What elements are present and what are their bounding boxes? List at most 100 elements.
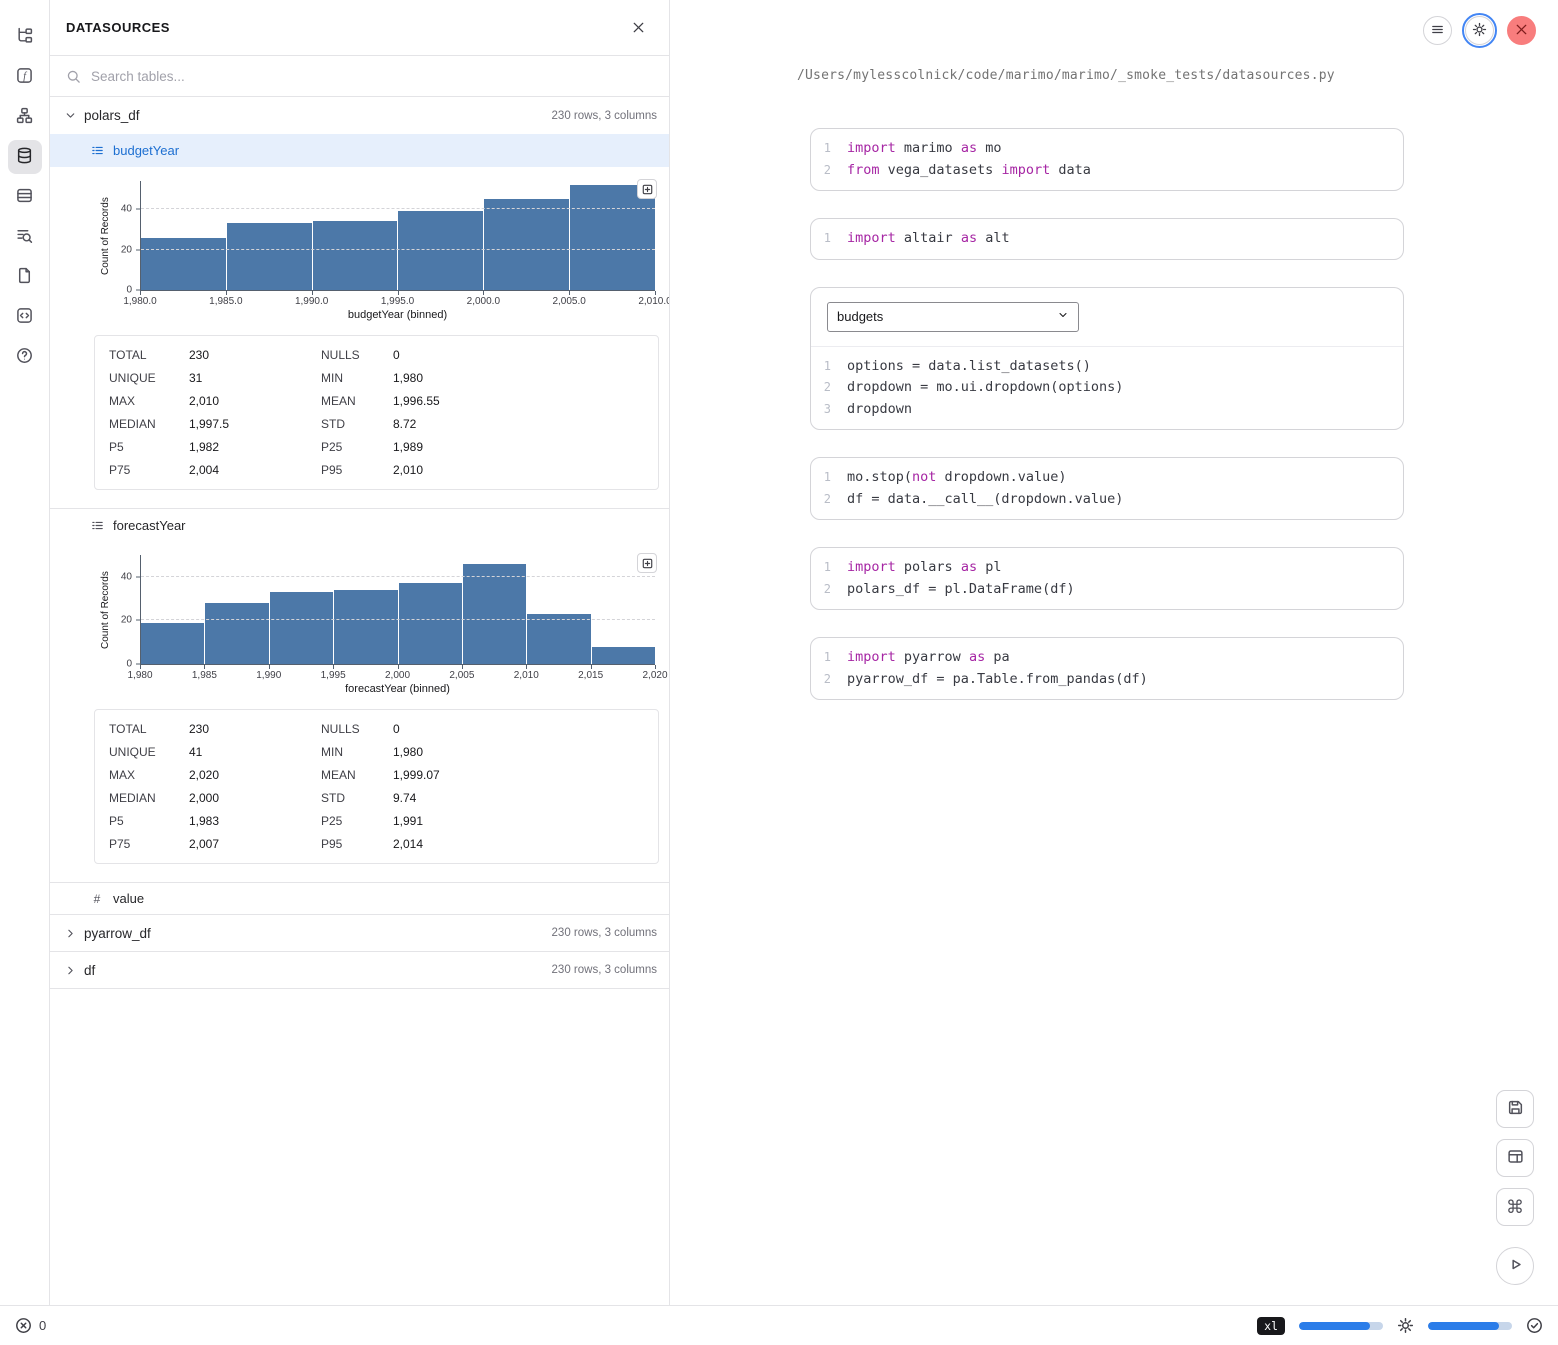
function-icon: f xyxy=(16,67,33,87)
table-row-polars_df[interactable]: polars_df230 rows, 3 columns xyxy=(50,97,669,134)
code-cell[interactable]: budgets1options = data.list_datasets()2d… xyxy=(810,287,1404,431)
run-button[interactable] xyxy=(1496,1247,1534,1285)
histogram-bar xyxy=(463,564,526,664)
histogram-plot: 02040 xyxy=(140,181,655,291)
code-cell[interactable]: 1import polars as pl2polars_df = pl.Data… xyxy=(810,547,1404,610)
zoom-slider-2[interactable] xyxy=(1428,1322,1512,1330)
stat-label: P95 xyxy=(321,837,393,851)
x-axis-tick: 1,990 xyxy=(256,670,281,681)
help-icon xyxy=(16,347,33,367)
x-axis-tick: 2,010 xyxy=(514,670,539,681)
rail-database-button[interactable] xyxy=(8,140,42,174)
stat-value: 1,991 xyxy=(393,814,644,828)
x-axis-tick: 2,020 xyxy=(642,670,667,681)
y-axis-tick: 20 xyxy=(121,244,132,255)
settings-button[interactable] xyxy=(1465,16,1494,45)
stat-label: TOTAL xyxy=(109,348,189,362)
command-icon: ⌘ xyxy=(1506,1198,1524,1216)
x-axis-tick: 2,005.0 xyxy=(552,296,585,307)
save-button[interactable] xyxy=(1496,1090,1534,1128)
gear-icon[interactable] xyxy=(1397,1317,1414,1334)
code-line: 2pyarrow_df = pa.Table.from_pandas(df) xyxy=(811,669,1391,691)
play-icon xyxy=(1507,1256,1524,1276)
marimo-app: f DATASOURCES polars_df230 rows, 3 colum… xyxy=(0,0,1558,1345)
rail-help-button[interactable] xyxy=(8,340,42,374)
stat-label: P25 xyxy=(321,814,393,828)
stat-value: 1,983 xyxy=(189,814,321,828)
category-icon xyxy=(90,144,104,157)
column-row-budgetYear[interactable]: budgetYear xyxy=(50,134,669,167)
rail-document-button[interactable] xyxy=(8,260,42,294)
search-list-icon xyxy=(16,227,33,247)
line-number: 2 xyxy=(811,669,847,691)
y-axis-tick: 40 xyxy=(121,204,132,215)
error-counter[interactable]: 0 xyxy=(15,1317,46,1334)
expand-chart-button[interactable] xyxy=(637,179,657,199)
column-row-forecastYear[interactable]: forecastYear xyxy=(50,508,669,541)
shortcuts-button[interactable]: ⌘ xyxy=(1496,1188,1534,1226)
stat-label: TOTAL xyxy=(109,722,189,736)
rail-search-list-button[interactable] xyxy=(8,220,42,254)
x-axis-tick: 1,995.0 xyxy=(381,296,414,307)
dataset-dropdown[interactable]: budgets xyxy=(827,302,1079,332)
stat-value: 41 xyxy=(189,745,321,759)
table-meta: 230 rows, 3 columns xyxy=(552,964,657,976)
code-line: 2df = data.__call__(dropdown.value) xyxy=(811,489,1391,511)
chevron-down-icon xyxy=(1057,309,1069,324)
gear-icon xyxy=(1472,22,1487,40)
rail-function-button[interactable]: f xyxy=(8,60,42,94)
rail-file-tree-button[interactable] xyxy=(8,20,42,54)
table-row-pyarrow_df[interactable]: pyarrow_df230 rows, 3 columns xyxy=(50,915,669,952)
network-icon xyxy=(16,107,33,127)
expand-chart-button[interactable] xyxy=(637,553,657,573)
stat-value: 230 xyxy=(189,722,321,736)
stat-label: MAX xyxy=(109,394,189,408)
rail-network-button[interactable] xyxy=(8,100,42,134)
y-axis-tick: 40 xyxy=(121,571,132,582)
x-axis-tick: 1,980 xyxy=(127,670,152,681)
status-bar: 0 xl xyxy=(0,1305,1558,1345)
stat-label: P5 xyxy=(109,440,189,454)
line-number: 1 xyxy=(811,557,847,579)
code-cell[interactable]: 1import pyarrow as pa2pyarrow_df = pa.Ta… xyxy=(810,637,1404,700)
code-cell[interactable]: 1mo.stop(not dropdown.value)2df = data._… xyxy=(810,457,1404,520)
stat-value: 1,997.5 xyxy=(189,417,321,431)
circle-check-icon[interactable] xyxy=(1526,1317,1543,1334)
stat-label: MAX xyxy=(109,768,189,782)
rail-rows-button[interactable] xyxy=(8,180,42,214)
stat-label: MEAN xyxy=(321,394,393,408)
rail-snippets-button[interactable] xyxy=(8,300,42,334)
code-line: 1options = data.list_datasets() xyxy=(811,356,1391,378)
table-row-df[interactable]: df230 rows, 3 columns xyxy=(50,952,669,989)
code-cell[interactable]: 1import altair as alt xyxy=(810,218,1404,260)
zoom-slider-1[interactable] xyxy=(1299,1322,1383,1330)
shutdown-button[interactable] xyxy=(1507,16,1536,45)
line-number: 2 xyxy=(811,579,847,601)
column-row-value[interactable]: #value xyxy=(50,882,669,915)
floppy-icon xyxy=(1507,1099,1524,1119)
stat-label: MEAN xyxy=(321,768,393,782)
stat-value: 2,010 xyxy=(189,394,321,408)
width-badge[interactable]: xl xyxy=(1257,1317,1285,1335)
stat-value: 1,999.07 xyxy=(393,768,644,782)
code-line: 1mo.stop(not dropdown.value) xyxy=(811,467,1391,489)
close-panel-button[interactable] xyxy=(627,17,649,39)
x-axis-tick: 1,985 xyxy=(192,670,217,681)
stat-value: 8.72 xyxy=(393,417,644,431)
stat-label: P75 xyxy=(109,463,189,477)
histogram-bar xyxy=(334,590,397,664)
search-tables-input[interactable] xyxy=(91,69,653,84)
line-number: 2 xyxy=(811,489,847,511)
column-histogram: Count of Records020401,9801,9851,9901,99… xyxy=(94,555,655,695)
histogram-bar xyxy=(592,647,655,664)
menu-button[interactable] xyxy=(1423,16,1452,45)
error-count: 0 xyxy=(39,1318,46,1333)
stat-label: STD xyxy=(321,417,393,431)
layout-button[interactable] xyxy=(1496,1139,1534,1177)
histogram-bar xyxy=(141,238,226,290)
stat-value: 1,980 xyxy=(393,371,644,385)
code-line: 1import altair as alt xyxy=(811,228,1391,250)
code-line: 2from vega_datasets import data xyxy=(811,160,1391,182)
chevron-right-icon xyxy=(64,927,77,940)
code-cell[interactable]: 1import marimo as mo2from vega_datasets … xyxy=(810,128,1404,191)
